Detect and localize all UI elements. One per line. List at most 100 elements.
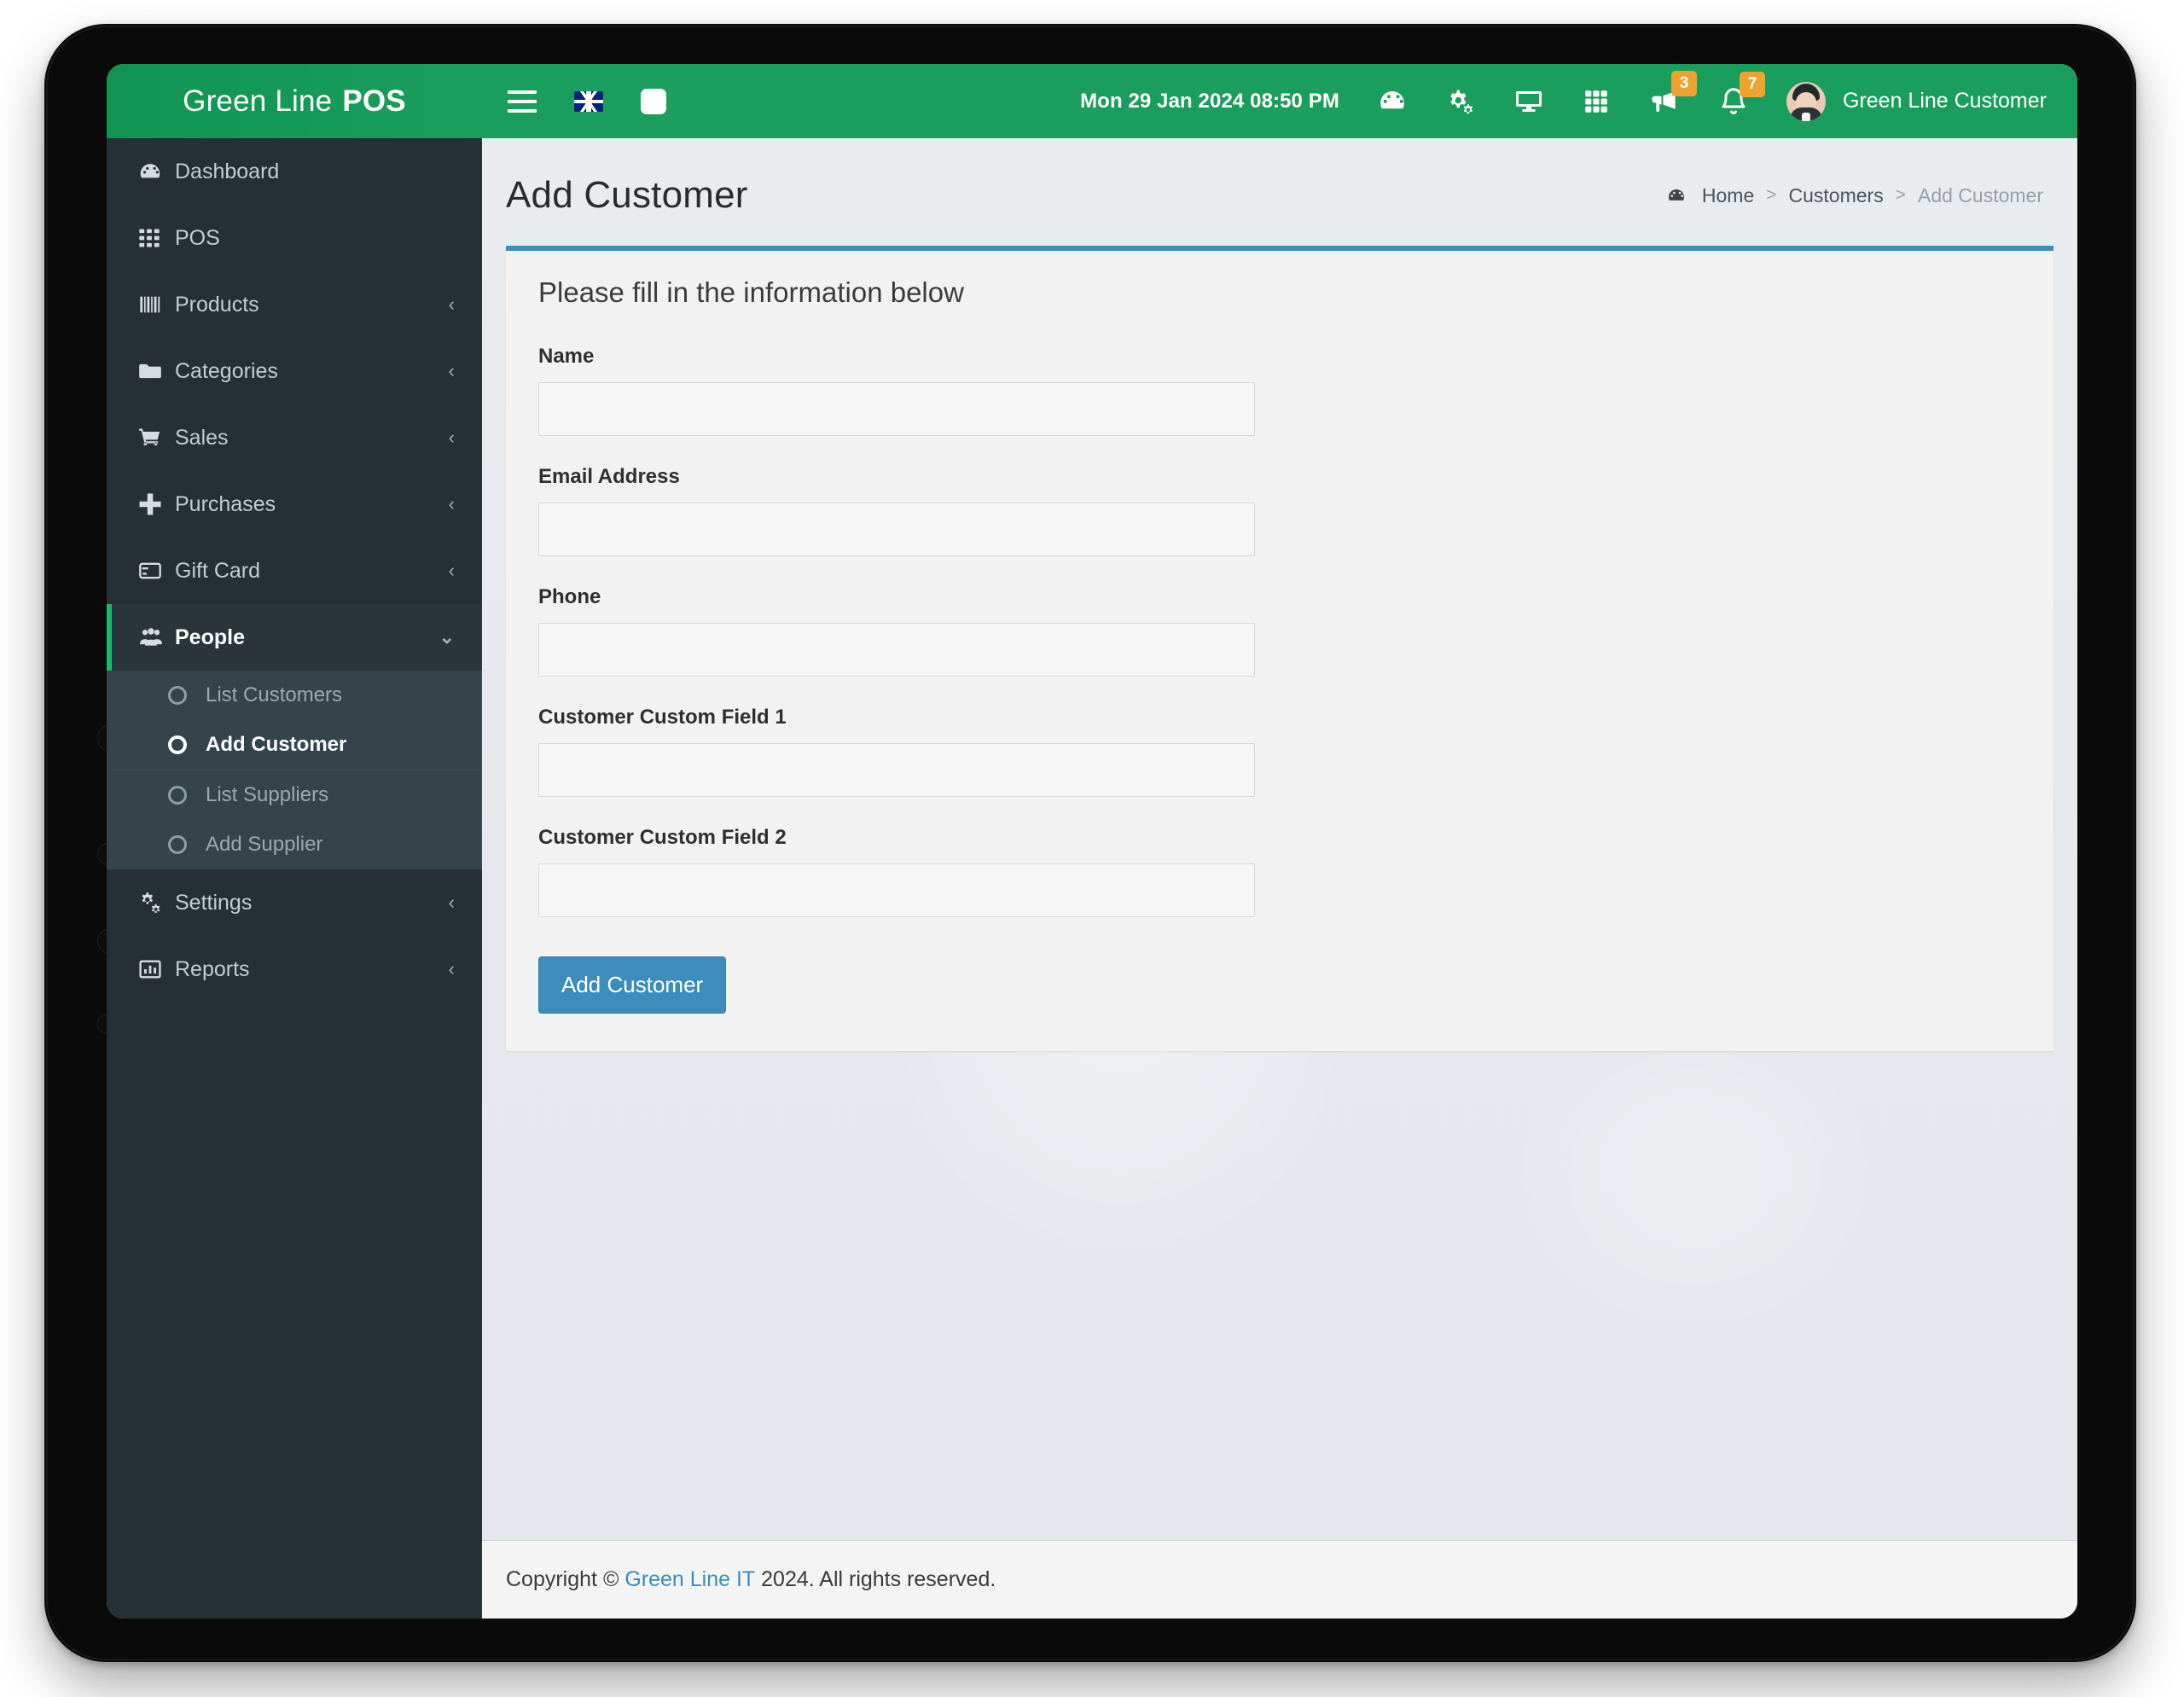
sidebar-item-dashboard[interactable]: Dashboard: [107, 138, 482, 205]
sidebar-item-purchases[interactable]: Purchases ‹: [107, 471, 482, 538]
sidebar-item-arrow: ‹: [448, 293, 455, 315]
sidebar-item-reports[interactable]: Reports ‹: [107, 936, 482, 1003]
breadcrumb-home[interactable]: Home: [1702, 184, 1754, 207]
breadcrumb-separator: >: [1895, 185, 1906, 205]
monitor-shortcut-button[interactable]: [1513, 86, 1544, 117]
sidebar-item-add-customer[interactable]: Add Customer: [107, 720, 482, 770]
form-group-phone: Phone: [538, 585, 2021, 677]
sidebar-item-label: Settings: [175, 890, 253, 915]
page-title: Add Customer: [506, 174, 748, 216]
circle-icon: [168, 786, 187, 805]
sidebar-item-label: People: [175, 625, 245, 649]
folder-icon: [137, 359, 175, 383]
tablet-frame: Green Line POS Mon 29 Jan 2024 08:50 PM …: [44, 24, 2136, 1662]
chevron-down-icon: ⌄: [439, 626, 455, 648]
body-row: Dashboard POS Products ‹ Categories ‹ Sa…: [107, 138, 2077, 1619]
sidebar-item-label: Products: [175, 292, 259, 317]
logo-text-secondary: POS: [342, 84, 406, 118]
email-input[interactable]: [538, 503, 1255, 556]
sidebar-item-arrow: ‹: [448, 892, 455, 913]
language-selector-button[interactable]: [574, 90, 603, 112]
sidebar-item-label: POS: [175, 225, 220, 250]
form-group-email: Email Address: [538, 465, 2021, 556]
sidebar-item-label: Purchases: [175, 491, 276, 516]
gauge-icon: [137, 159, 175, 184]
breadcrumb-customers[interactable]: Customers: [1789, 184, 1884, 207]
sidebar-item-label: Categories: [175, 358, 278, 383]
name-input[interactable]: [538, 382, 1255, 436]
apps-grid-button[interactable]: [1582, 87, 1611, 116]
gauge-icon: [1380, 90, 1404, 108]
circle-icon: [168, 686, 187, 705]
sidebar-item-people[interactable]: People ⌄: [107, 604, 482, 671]
announcements-button[interactable]: 3: [1648, 70, 1697, 118]
uk-flag-icon: [574, 90, 603, 112]
add-customer-button[interactable]: Add Customer: [538, 956, 727, 1014]
breadcrumb: Home > Customers > Add Customer: [1666, 184, 2043, 207]
circle-icon: [168, 735, 187, 754]
custom-field-1-label: Customer Custom Field 1: [538, 706, 787, 729]
sidebar-item-categories[interactable]: Categories ‹: [107, 338, 482, 404]
content-area: Add Customer Home > Customers > Add Cust…: [482, 138, 2077, 1540]
menu-toggle-button[interactable]: [508, 90, 537, 113]
sidebar-item-pos[interactable]: POS: [107, 205, 482, 271]
gauge-icon: [1666, 185, 1687, 206]
form-group-custom-field-1: Customer Custom Field 1: [538, 706, 2021, 797]
footer-link[interactable]: Green Line IT: [624, 1567, 755, 1592]
custom-field-1-input[interactable]: [538, 743, 1255, 797]
sub-item-label: Add Customer: [206, 733, 347, 756]
sidebar-item-arrow: ‹: [448, 958, 455, 979]
breadcrumb-separator: >: [1766, 185, 1777, 205]
sidebar-item-add-supplier[interactable]: Add Supplier: [107, 820, 482, 869]
hamburger-icon: [508, 90, 537, 113]
user-name: Green Line Customer: [1842, 89, 2047, 113]
email-label: Email Address: [538, 465, 680, 488]
plus-icon: [137, 491, 175, 517]
sidebar-item-label: Dashboard: [175, 159, 280, 183]
form-card: Please fill in the information below Nam…: [506, 246, 2053, 1051]
users-icon: [137, 625, 175, 649]
chart-icon: [137, 957, 175, 981]
sidebar-item-arrow: ‹: [448, 427, 455, 448]
footer-suffix: 2024. All rights reserved.: [761, 1567, 996, 1591]
notification-badge: 7: [1739, 71, 1765, 97]
app-logo[interactable]: Green Line POS: [107, 64, 482, 138]
sidebar-item-arrow: ‹: [448, 360, 455, 381]
sidebar-item-label: Gift Card: [175, 558, 261, 583]
phone-input[interactable]: [538, 623, 1255, 677]
settings-shortcut-button[interactable]: [1445, 86, 1476, 117]
people-submenu: List Customers Add Customer List Supplie…: [107, 671, 482, 869]
announcement-badge: 3: [1670, 70, 1697, 96]
custom-field-2-input[interactable]: [538, 863, 1255, 917]
scene: Green Line POS Mon 29 Jan 2024 08:50 PM …: [0, 0, 2184, 1697]
sidebar-item-gift-card[interactable]: Gift Card ‹: [107, 538, 482, 604]
navbar-datetime: Mon 29 Jan 2024 08:50 PM: [1080, 89, 1339, 113]
form-group-custom-field-2: Customer Custom Field 2: [538, 826, 2021, 917]
sidebar-item-sales[interactable]: Sales ‹: [107, 404, 482, 471]
notifications-button[interactable]: 7: [1718, 71, 1765, 117]
grid-icon: [137, 226, 175, 250]
sub-item-label: Add Supplier: [206, 833, 323, 856]
customers-submenu-group: List Customers Add Customer: [107, 671, 482, 770]
navbar: Mon 29 Jan 2024 08:50 PM 3 7 Green Line …: [482, 64, 2077, 138]
sidebar: Dashboard POS Products ‹ Categories ‹ Sa…: [107, 138, 482, 1619]
navbar-left-group: [508, 88, 666, 114]
sidebar-item-list-suppliers[interactable]: List Suppliers: [107, 770, 482, 820]
avatar: [1786, 81, 1826, 121]
logo-text-primary: Green Line: [183, 84, 333, 118]
sidebar-item-settings[interactable]: Settings ‹: [107, 869, 482, 936]
sidebar-item-label: Sales: [175, 425, 229, 450]
sidebar-item-arrow: ‹: [448, 560, 455, 581]
footer-prefix: Copyright ©: [506, 1567, 619, 1591]
sidebar-item-list-customers[interactable]: List Customers: [107, 671, 482, 720]
monitor-icon: [1515, 90, 1542, 112]
dashboard-shortcut-button[interactable]: [1377, 86, 1408, 117]
sidebar-item-products[interactable]: Products ‹: [107, 271, 482, 338]
tablet-screen: Green Line POS Mon 29 Jan 2024 08:50 PM …: [107, 64, 2077, 1619]
sidebar-item-label: Reports: [175, 956, 250, 981]
cart-icon: [137, 426, 175, 450]
circle-icon: [168, 835, 187, 854]
fullscreen-button[interactable]: [641, 88, 666, 114]
user-menu[interactable]: Green Line Customer: [1786, 81, 2047, 121]
barcode-icon: [137, 293, 175, 317]
